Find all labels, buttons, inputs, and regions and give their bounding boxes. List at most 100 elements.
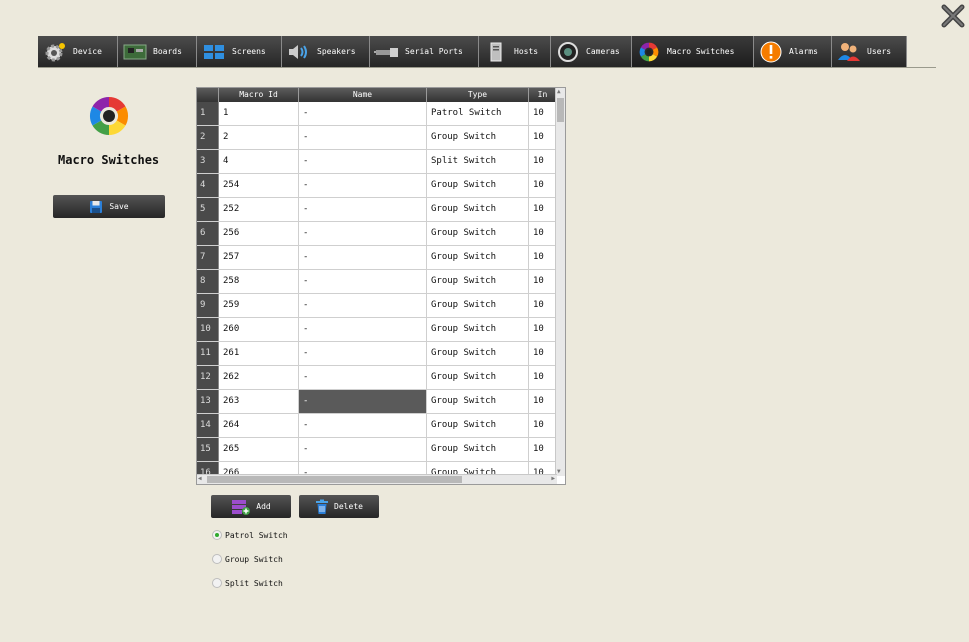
cell-type[interactable]: Group Switch: [427, 390, 529, 413]
table-row[interactable]: 2 2- Group Switch 10: [197, 126, 557, 150]
cell-macro-id[interactable]: 261: [219, 342, 299, 365]
cell-type[interactable]: Group Switch: [427, 414, 529, 437]
cell-name[interactable]: -: [299, 174, 427, 197]
cell-name[interactable]: -: [299, 318, 427, 341]
cell-type[interactable]: Group Switch: [427, 246, 529, 269]
cell-in[interactable]: 10: [529, 390, 557, 413]
table-row[interactable]: 4 254- Group Switch 10: [197, 174, 557, 198]
cell-macro-id[interactable]: 2: [219, 126, 299, 149]
tab-screens[interactable]: Screens: [197, 36, 282, 67]
cell-name[interactable]: -: [299, 342, 427, 365]
vertical-scroll-thumb[interactable]: [557, 98, 564, 122]
table-row[interactable]: 10 260- Group Switch 10: [197, 318, 557, 342]
scroll-right-icon[interactable]: ▶: [551, 475, 555, 483]
tab-alarms[interactable]: Alarms: [754, 36, 832, 67]
cell-macro-id[interactable]: 1: [219, 102, 299, 125]
column-header-name[interactable]: Name: [299, 88, 427, 102]
cell-in[interactable]: 10: [529, 246, 557, 269]
delete-button[interactable]: Delete: [299, 495, 379, 518]
row-number[interactable]: 8: [197, 270, 219, 293]
cell-macro-id[interactable]: 262: [219, 366, 299, 389]
cell-in[interactable]: 10: [529, 342, 557, 365]
cell-name[interactable]: -: [299, 366, 427, 389]
row-number[interactable]: 14: [197, 414, 219, 437]
cell-in[interactable]: 10: [529, 174, 557, 197]
vertical-scrollbar[interactable]: ▲ ▼: [555, 88, 565, 476]
table-row[interactable]: 14 264- Group Switch 10: [197, 414, 557, 438]
row-number[interactable]: 9: [197, 294, 219, 317]
cell-macro-id[interactable]: 252: [219, 198, 299, 221]
cell-in[interactable]: 10: [529, 198, 557, 221]
cell-in[interactable]: 10: [529, 318, 557, 341]
row-number[interactable]: 10: [197, 318, 219, 341]
table-row[interactable]: 5 252- Group Switch 10: [197, 198, 557, 222]
row-number[interactable]: 12: [197, 366, 219, 389]
cell-type[interactable]: Group Switch: [427, 438, 529, 461]
cell-macro-id[interactable]: 264: [219, 414, 299, 437]
cell-name[interactable]: -: [299, 246, 427, 269]
save-button[interactable]: Save: [53, 195, 165, 218]
table-row[interactable]: 9 259- Group Switch 10: [197, 294, 557, 318]
cell-in[interactable]: 10: [529, 366, 557, 389]
cell-name[interactable]: -: [299, 390, 427, 413]
cell-name[interactable]: -: [299, 294, 427, 317]
tab-serial-ports[interactable]: Serial Ports: [370, 36, 479, 67]
cell-in[interactable]: 10: [529, 294, 557, 317]
cell-name[interactable]: -: [299, 150, 427, 173]
cell-name[interactable]: -: [299, 270, 427, 293]
radio-patrol-switch[interactable]: Patrol Switch: [212, 530, 288, 540]
cell-type[interactable]: Group Switch: [427, 222, 529, 245]
cell-type[interactable]: Split Switch: [427, 150, 529, 173]
cell-in[interactable]: 10: [529, 126, 557, 149]
cell-type[interactable]: Group Switch: [427, 366, 529, 389]
tab-device[interactable]: Device: [38, 36, 118, 67]
table-row[interactable]: 11 261- Group Switch 10: [197, 342, 557, 366]
row-number[interactable]: 7: [197, 246, 219, 269]
scroll-up-icon[interactable]: ▲: [557, 88, 561, 96]
cell-macro-id[interactable]: 263: [219, 390, 299, 413]
tab-users[interactable]: Users: [832, 36, 907, 67]
cell-in[interactable]: 10: [529, 222, 557, 245]
add-button[interactable]: Add: [211, 495, 291, 518]
row-number[interactable]: 11: [197, 342, 219, 365]
close-button[interactable]: [941, 4, 965, 28]
cell-in[interactable]: 10: [529, 414, 557, 437]
scroll-left-icon[interactable]: ◀: [198, 475, 202, 483]
cell-macro-id[interactable]: 265: [219, 438, 299, 461]
row-number[interactable]: 6: [197, 222, 219, 245]
column-header-in[interactable]: In: [529, 88, 557, 102]
cell-macro-id[interactable]: 258: [219, 270, 299, 293]
radio-indicator[interactable]: [212, 554, 222, 564]
table-row[interactable]: 1 1- Patrol Switch 10: [197, 102, 557, 126]
tab-speakers[interactable]: Speakers: [282, 36, 370, 67]
cell-type[interactable]: Group Switch: [427, 318, 529, 341]
table-row[interactable]: 7 257- Group Switch 10: [197, 246, 557, 270]
scroll-down-icon[interactable]: ▼: [557, 468, 561, 476]
cell-name[interactable]: -: [299, 438, 427, 461]
radio-split-switch[interactable]: Split Switch: [212, 578, 283, 588]
row-number[interactable]: 5: [197, 198, 219, 221]
cell-in[interactable]: 10: [529, 438, 557, 461]
column-header-macro-id[interactable]: Macro Id: [219, 88, 299, 102]
cell-in[interactable]: 10: [529, 270, 557, 293]
tab-boards[interactable]: Boards: [118, 36, 197, 67]
cell-name[interactable]: -: [299, 222, 427, 245]
table-row[interactable]: 8 258- Group Switch 10: [197, 270, 557, 294]
radio-indicator[interactable]: [212, 530, 222, 540]
tab-hosts[interactable]: Hosts: [479, 36, 551, 67]
cell-in[interactable]: 10: [529, 150, 557, 173]
cell-in[interactable]: 10: [529, 102, 557, 125]
cell-type[interactable]: Group Switch: [427, 294, 529, 317]
cell-macro-id[interactable]: 4: [219, 150, 299, 173]
cell-macro-id[interactable]: 260: [219, 318, 299, 341]
tab-cameras[interactable]: Cameras: [551, 36, 632, 67]
cell-type[interactable]: Group Switch: [427, 198, 529, 221]
column-header-type[interactable]: Type: [427, 88, 529, 102]
cell-type[interactable]: Patrol Switch: [427, 102, 529, 125]
cell-macro-id[interactable]: 259: [219, 294, 299, 317]
table-row[interactable]: 3 4- Split Switch 10: [197, 150, 557, 174]
row-number[interactable]: 2: [197, 126, 219, 149]
cell-name[interactable]: -: [299, 126, 427, 149]
cell-type[interactable]: Group Switch: [427, 174, 529, 197]
horizontal-scroll-thumb[interactable]: [207, 476, 462, 483]
